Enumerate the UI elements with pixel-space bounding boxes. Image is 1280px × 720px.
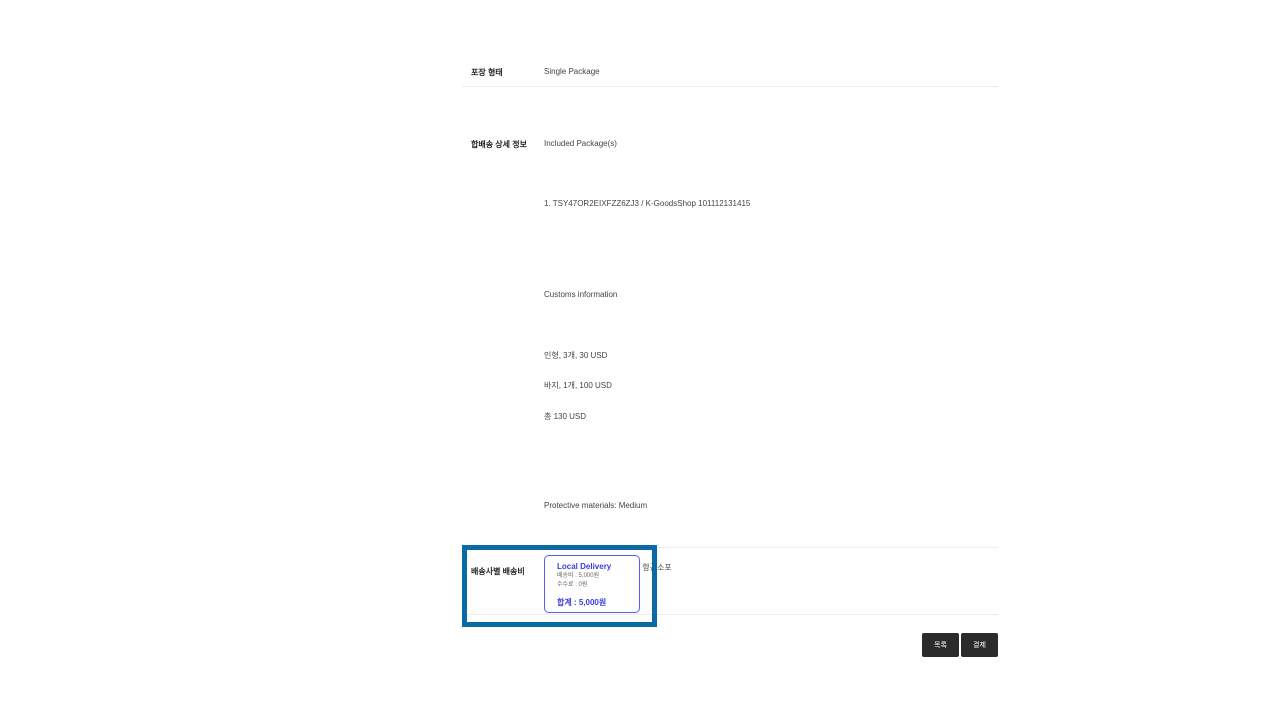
shipping-info-table: 포장 형태 Single Package 합배송 상세 정보 Included …: [462, 52, 998, 615]
included-packages-heading: Included Package(s): [544, 139, 617, 148]
protective-materials: Protective materials: Medium: [544, 501, 648, 510]
shipping-fee-label: 배송사별 배송비: [471, 567, 525, 576]
package-entry: 1. TSY47OR2EIXFZZ6ZJ3 / K-GoodsShop 1011…: [544, 199, 751, 208]
combined-shipping-row: 합배송 상세 정보 Included Package(s) 1. TSY47OR…: [462, 87, 998, 572]
customs-total: 총 130 USD: [544, 412, 587, 421]
combined-shipping-label: 합배송 상세 정보: [471, 140, 527, 149]
pay-button[interactable]: 결제: [961, 633, 998, 657]
commission-amount: 수수료 : 0원: [557, 582, 588, 588]
list-button[interactable]: 목록: [922, 633, 959, 657]
customs-item-doll: 인형, 3개, 30 USD: [544, 351, 608, 360]
shipping-fee-amount: 배송비 : 5,000원: [557, 573, 600, 579]
shipping-fee-row: 배송사별 배송비 Local Delivery 배송비 : 5,000원 수수료…: [462, 548, 998, 615]
packaging-value: Single Package: [544, 67, 600, 76]
order-detail-page: 포장 형태 Single Package 합배송 상세 정보 Included …: [0, 0, 1280, 720]
customs-item-pants: 바지, 1개, 100 USD: [544, 381, 612, 390]
carrier-name: Local Delivery: [557, 562, 612, 571]
packaging-row: 포장 형태 Single Package: [462, 52, 998, 87]
packaging-label: 포장 형태: [471, 68, 503, 77]
customs-info-heading: Customs information: [544, 290, 618, 299]
combined-shipping-details: Included Package(s) 1. TSY47OR2EIXFZZ6ZJ…: [544, 87, 998, 572]
local-delivery-card[interactable]: Local Delivery 배송비 : 5,000원 수수료 : 0원 합계 …: [544, 555, 640, 613]
shipping-total: 합계 : 5,000원: [557, 598, 607, 607]
